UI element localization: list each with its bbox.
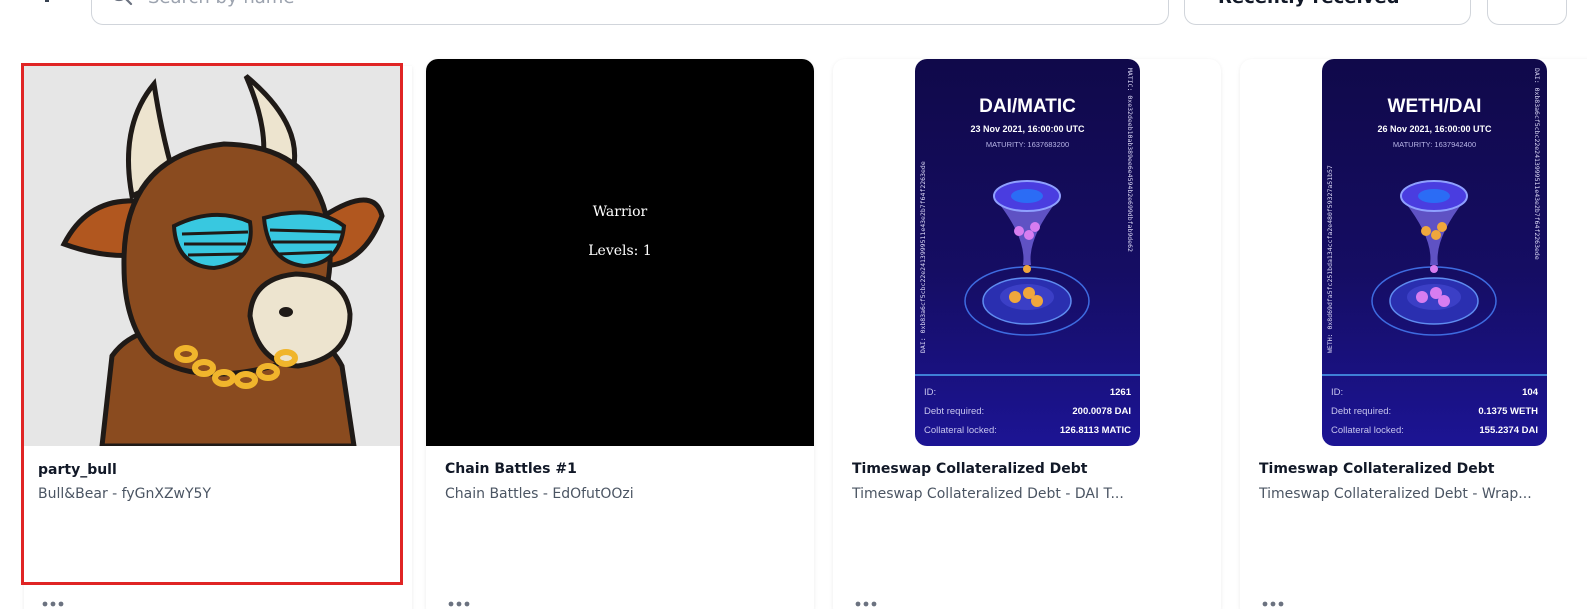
nft-image [24,66,412,449]
nft-card-title: Timeswap Collateralized Debt [1259,461,1495,477]
search-input[interactable] [148,0,1148,8]
warrior-levels: Levels: 1 [588,243,652,259]
nft-image: DAI/MATIC 23 Nov 2021, 16:00:00 UTC MATU… [833,59,1221,446]
token-pair: DAI/MATIC [979,96,1076,117]
id-label: ID: [924,387,937,398]
id-value: 1261 [1109,387,1131,398]
divider [1322,374,1547,376]
warrior-name: Warrior [592,204,648,220]
hourglass-icon [964,180,1090,336]
collateral-value: 155.2374 DAI [1479,425,1538,436]
divider [915,374,1140,376]
nft-card-title: party_bull [38,462,117,478]
timeswap-debt-artwork: DAI/MATIC 23 Nov 2021, 16:00:00 UTC MATU… [915,59,1140,446]
collateral-label: Collateral locked: [1331,425,1404,436]
nft-card-collection: Timeswap Collateralized Debt - Wrap... [1259,486,1532,502]
nft-card-collection: Bull&Bear - fyGnXZwY5Y [38,486,212,502]
nft-card-party-bull[interactable]: party_bull Bull&Bear - fyGnXZwY5Y [24,66,412,609]
nft-card-timeswap-dai-matic[interactable]: DAI/MATIC 23 Nov 2021, 16:00:00 UTC MATU… [833,59,1221,609]
collateral-value: 126.8113 MATIC [1059,425,1131,436]
debt-label: Debt required: [924,406,985,417]
debt-value: 0.1375 WETH [1478,406,1538,417]
maturity-timestamp: MATURITY: 1637683200 [985,140,1070,149]
debt-label: Debt required: [1331,406,1392,417]
collateral-label: Collateral locked: [924,425,997,436]
nft-card-title: Chain Battles #1 [445,461,577,477]
debt-value: 200.0078 DAI [1072,406,1131,417]
timeswap-debt-artwork: WETH/DAI 26 Nov 2021, 16:00:00 UTC MATUR… [1322,59,1547,446]
grid-view-icon [1510,0,1536,12]
id-label: ID: [1331,387,1344,398]
search-icon [108,0,134,12]
more-options-icon[interactable] [42,592,64,609]
filter-toggle-icon[interactable] [40,0,54,4]
chevron-down-icon [1424,0,1438,5]
nft-image: WETH/DAI 26 Nov 2021, 16:00:00 UTC MATUR… [1240,59,1587,446]
maturity-date: 23 Nov 2021, 16:00:00 UTC [970,124,1085,134]
nft-card-chain-battles[interactable]: Warrior Levels: 1 Chain Battles #1 Chain… [426,59,814,609]
nft-card-collection: Chain Battles - EdOfutOOzi [445,486,634,502]
nft-card-title: Timeswap Collateralized Debt [852,461,1088,477]
more-options-icon[interactable] [448,592,470,609]
more-options-icon[interactable] [855,592,877,609]
maturity-timestamp: MATURITY: 1637942400 [1392,140,1477,149]
nft-card-collection: Timeswap Collateralized Debt - DAI T... [852,486,1124,502]
token-pair: WETH/DAI [1387,96,1482,117]
hourglass-icon [1371,180,1497,336]
id-value: 104 [1522,387,1538,398]
sort-dropdown-value: Recently received [1218,0,1400,8]
maturity-date: 26 Nov 2021, 16:00:00 UTC [1377,124,1492,134]
more-options-icon[interactable] [1262,592,1284,609]
nft-image: Warrior Levels: 1 [426,59,814,446]
nft-card-timeswap-weth-dai[interactable]: WETH/DAI 26 Nov 2021, 16:00:00 UTC MATUR… [1240,59,1587,609]
